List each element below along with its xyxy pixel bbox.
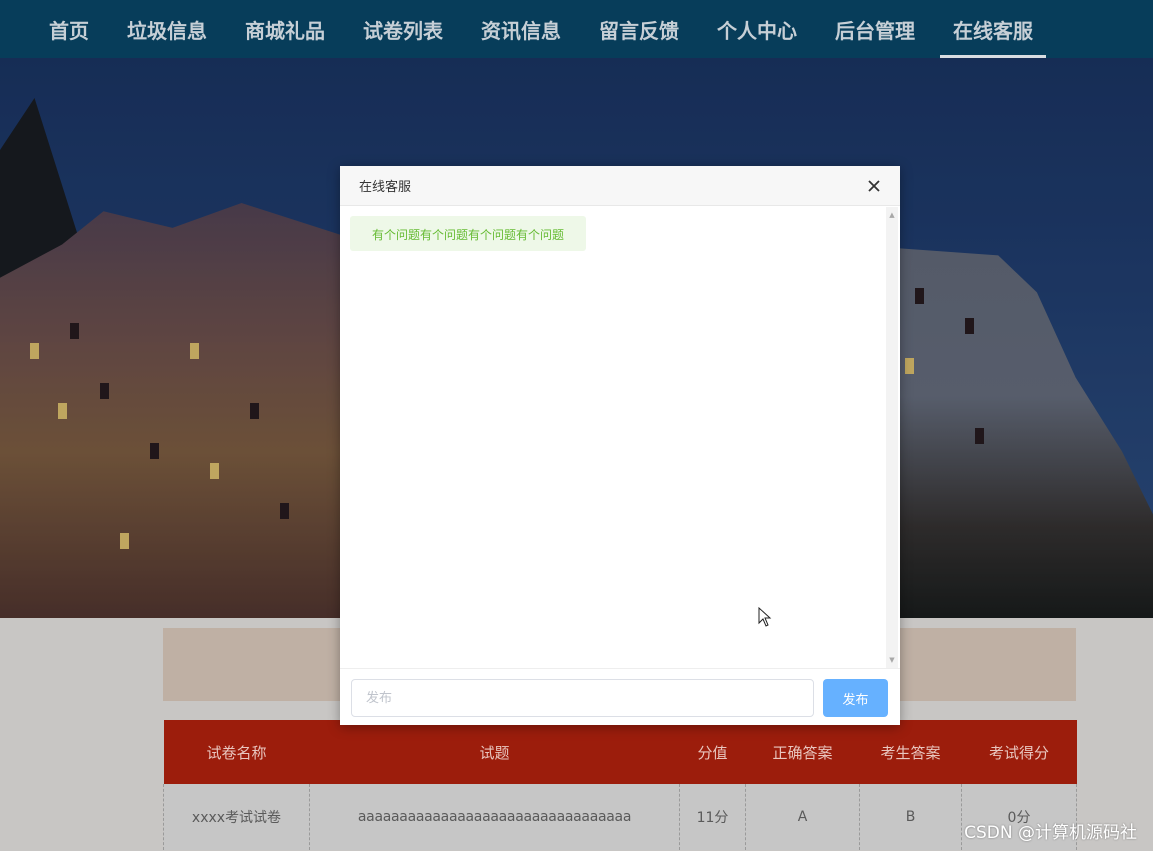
nav-item-personal-center[interactable]: 个人中心 bbox=[698, 0, 816, 58]
column-header: 试题 bbox=[309, 720, 680, 784]
dialog-title: 在线客服 bbox=[359, 180, 412, 195]
table-header-row: 试卷名称 试题 分值 正确答案 考生答案 考试得分 bbox=[163, 720, 1077, 784]
table-cell-score: 11分 bbox=[679, 784, 746, 850]
scroll-up-arrow-icon[interactable]: ▲ bbox=[886, 209, 898, 221]
nav-item-home[interactable]: 首页 bbox=[30, 0, 108, 58]
column-header: 考生答案 bbox=[859, 720, 962, 784]
table-cell-correct-answer: A bbox=[745, 784, 860, 850]
column-header: 考试得分 bbox=[961, 720, 1077, 784]
table-cell-question: aaaaaaaaaaaaaaaaaaaaaaaaaaaaaaaaa bbox=[309, 784, 680, 850]
message-input[interactable] bbox=[351, 679, 814, 717]
close-icon[interactable] bbox=[864, 176, 884, 196]
scroll-down-arrow-icon[interactable]: ▼ bbox=[886, 654, 898, 666]
watermark: CSDN @计算机源码社 bbox=[964, 823, 1137, 843]
send-button[interactable]: 发布 bbox=[823, 679, 888, 717]
mouse-cursor-icon bbox=[758, 607, 772, 627]
top-navigation: 首页 垃圾信息 商城礼品 试卷列表 资讯信息 留言反馈 个人中心 后台管理 在线… bbox=[0, 0, 1153, 58]
table-cell-exam-name: xxxx考试试卷 bbox=[163, 784, 310, 850]
nav-item-admin[interactable]: 后台管理 bbox=[816, 0, 934, 58]
column-header: 试卷名称 bbox=[163, 720, 310, 784]
chat-input-row: 发布 bbox=[340, 668, 900, 725]
nav-item-online-service[interactable]: 在线客服 bbox=[934, 0, 1052, 58]
chat-scrollbar[interactable]: ▲ ▼ bbox=[886, 207, 898, 668]
exam-results-table: 试卷名称 试题 分值 正确答案 考生答案 考试得分 xxxx考试试卷 aaaaa… bbox=[163, 720, 1077, 850]
table-row[interactable]: xxxx考试试卷 aaaaaaaaaaaaaaaaaaaaaaaaaaaaaaa… bbox=[163, 784, 1077, 850]
close-icon-glyph bbox=[868, 179, 880, 192]
nav-item-mall-gifts[interactable]: 商城礼品 bbox=[226, 0, 344, 58]
column-header: 正确答案 bbox=[745, 720, 860, 784]
nav-item-garbage-info[interactable]: 垃圾信息 bbox=[108, 0, 226, 58]
column-header: 分值 bbox=[679, 720, 746, 784]
nav-item-news[interactable]: 资讯信息 bbox=[462, 0, 580, 58]
nav-item-feedback[interactable]: 留言反馈 bbox=[580, 0, 698, 58]
chat-dialog: 在线客服 有个问题有个问题有个问题有个问题 ▲ ▼ 发布 bbox=[340, 166, 900, 725]
chat-message-area[interactable]: 有个问题有个问题有个问题有个问题 ▲ ▼ bbox=[340, 207, 900, 668]
chat-message: 有个问题有个问题有个问题有个问题 bbox=[350, 216, 587, 251]
table-cell-student-answer: B bbox=[859, 784, 962, 850]
dialog-header: 在线客服 bbox=[340, 166, 900, 206]
nav-item-exam-list[interactable]: 试卷列表 bbox=[344, 0, 462, 58]
